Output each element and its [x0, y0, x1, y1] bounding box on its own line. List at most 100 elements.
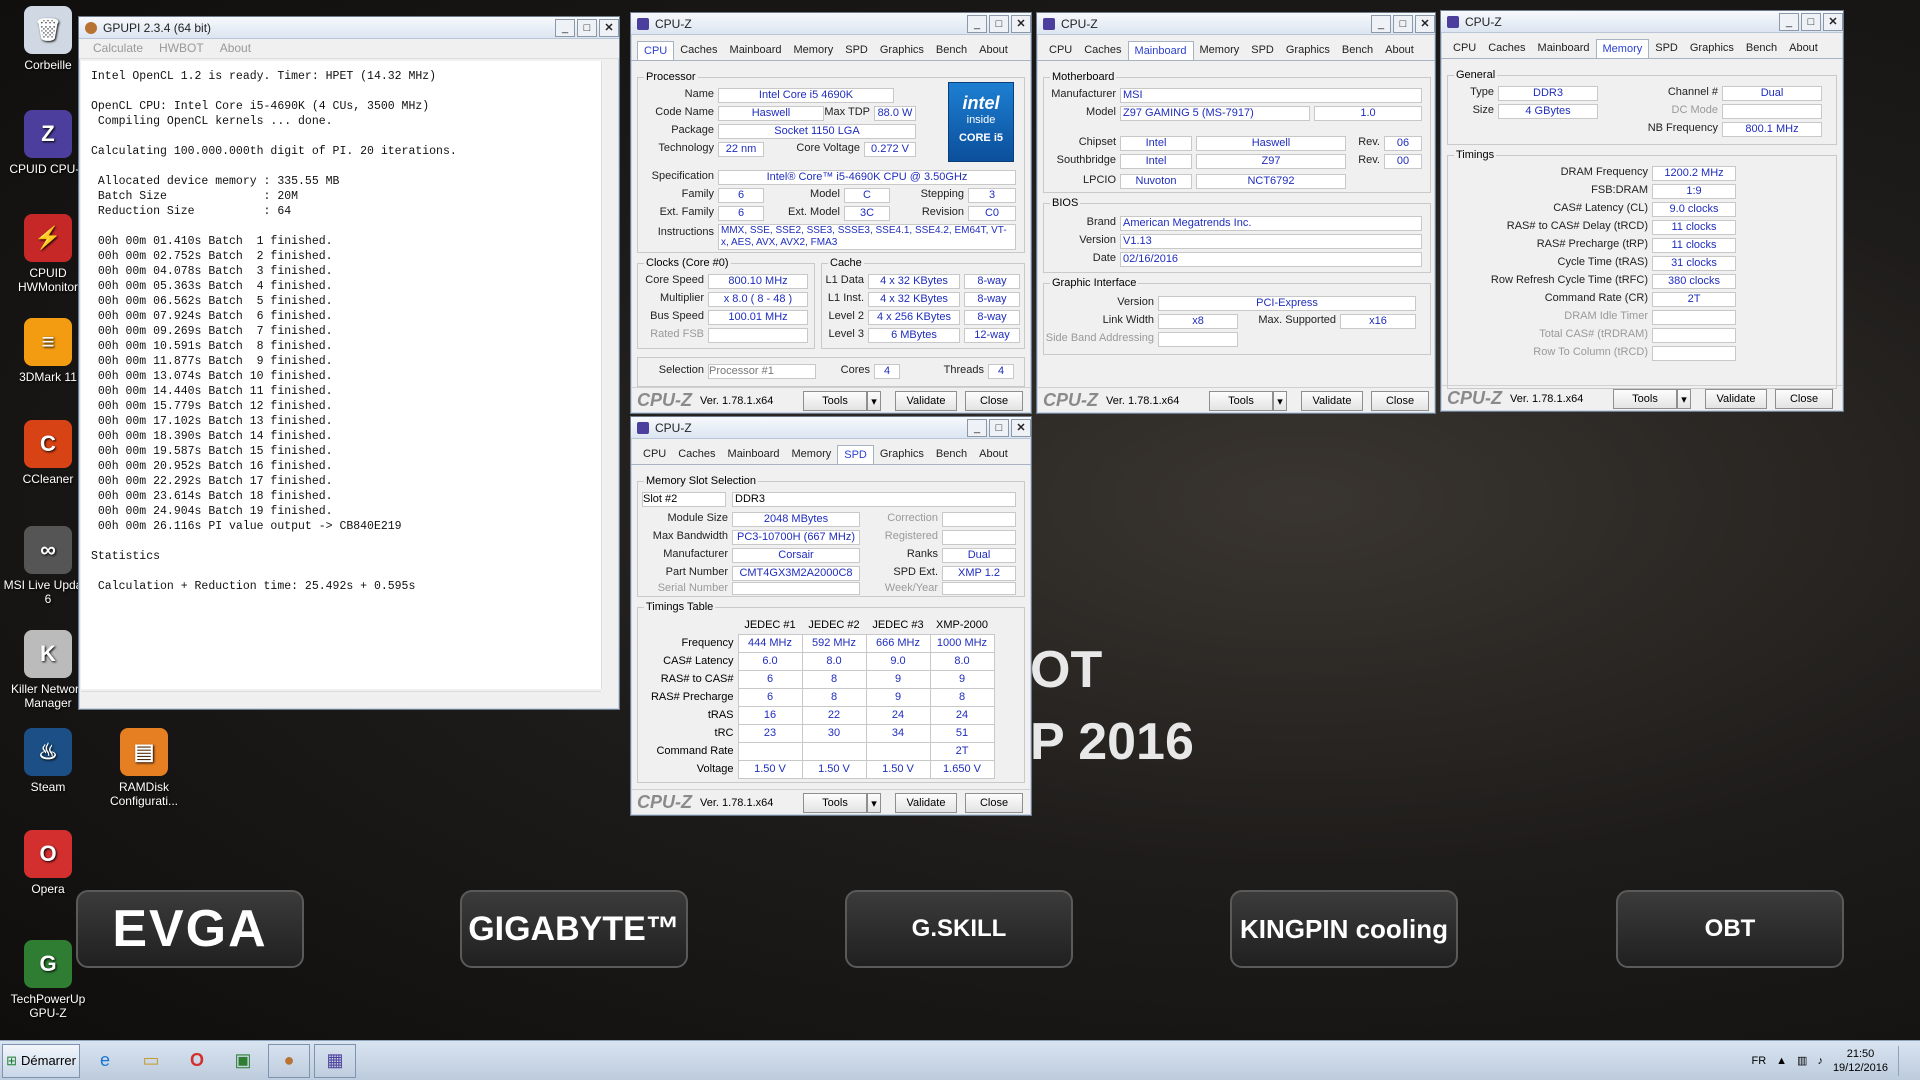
tab-about[interactable]: About [1783, 39, 1824, 58]
menu-about[interactable]: About [220, 41, 251, 56]
close-button[interactable]: Close [965, 793, 1023, 813]
menu-calculate[interactable]: Calculate [93, 41, 143, 56]
desktop-icon[interactable]: ♨ Steam [0, 728, 96, 794]
maximize-button[interactable]: □ [577, 18, 597, 37]
cpuz-titlebar[interactable]: CPU-Z _ □ ✕ [631, 417, 1031, 439]
tools-dropdown-arrow[interactable]: ▾ [1677, 389, 1691, 409]
desktop-icon[interactable]: ▤ RAMDisk Configurati... [96, 728, 192, 808]
tab-graphics[interactable]: Graphics [1684, 39, 1740, 58]
start-button[interactable]: ⊞ Démarrer [2, 1043, 80, 1078]
close-button[interactable]: ✕ [1011, 14, 1031, 33]
tools-button[interactable]: Tools [803, 793, 867, 813]
tab-about[interactable]: About [973, 445, 1014, 464]
cpuz-window-mainboard[interactable]: CPU-Z _ □ ✕ CPU Caches Mainboard Memory SPD G… [1036, 12, 1436, 414]
close-button[interactable]: ✕ [599, 18, 619, 37]
cpuz-window-memory[interactable]: CPU-Z _ □ ✕ CPU Caches Mainboard Memory SPD G… [1440, 10, 1844, 412]
validate-button[interactable]: Validate [1301, 391, 1363, 411]
tab-caches[interactable]: Caches [674, 41, 723, 60]
tab-spd[interactable]: SPD [837, 445, 874, 464]
vertical-scrollbar[interactable] [601, 61, 617, 689]
maximize-button[interactable]: □ [989, 14, 1009, 33]
gpupi-window[interactable]: GPUPI 2.3.4 (64 bit) _ □ ✕ Calculate HWB… [78, 16, 620, 710]
tab-graphics[interactable]: Graphics [874, 445, 930, 464]
tab-cpu[interactable]: CPU [1043, 41, 1078, 60]
tools-dropdown-arrow[interactable]: ▾ [867, 793, 881, 813]
internet-explorer-icon[interactable]: e [84, 1044, 126, 1078]
tab-bench[interactable]: Bench [1336, 41, 1379, 60]
close-button[interactable]: Close [965, 391, 1023, 411]
cpuz-window-cpu[interactable]: CPU-Z _ □ ✕ CPU Caches Mainboard Memory SPD G… [630, 12, 1032, 414]
tab-cpu[interactable]: CPU [1447, 39, 1482, 58]
tab-cpu[interactable]: CPU [637, 445, 672, 464]
tab-mainboard[interactable]: Mainboard [1532, 39, 1596, 58]
tray-arrow-icon[interactable]: ▲ [1776, 1055, 1787, 1067]
close-button[interactable]: ✕ [1011, 418, 1031, 437]
tab-memory[interactable]: Memory [786, 445, 838, 464]
opera-icon[interactable]: O [176, 1044, 218, 1078]
close-button[interactable]: Close [1775, 389, 1833, 409]
processor-select[interactable]: Processor #1 [708, 364, 816, 379]
gpu-z-taskbar-icon[interactable]: ▣ [222, 1044, 264, 1078]
tab-about[interactable]: About [973, 41, 1014, 60]
tools-dropdown-arrow[interactable]: ▾ [1273, 391, 1287, 411]
tab-memory[interactable]: Memory [788, 41, 840, 60]
menu-hwbot[interactable]: HWBOT [159, 41, 204, 56]
validate-button[interactable]: Validate [1705, 389, 1767, 409]
tools-button[interactable]: Tools [803, 391, 867, 411]
cpuz-titlebar[interactable]: CPU-Z _ □ ✕ [1441, 11, 1843, 33]
tab-about[interactable]: About [1379, 41, 1420, 60]
minimize-button[interactable]: _ [967, 14, 987, 33]
tab-caches[interactable]: Caches [1078, 41, 1127, 60]
timing-value [1652, 328, 1736, 343]
tab-mainboard[interactable]: Mainboard [724, 41, 788, 60]
tab-spd[interactable]: SPD [1649, 39, 1684, 58]
maximize-button[interactable]: □ [1801, 12, 1821, 31]
tab-bench[interactable]: Bench [930, 445, 973, 464]
tab-caches[interactable]: Caches [1482, 39, 1531, 58]
table-corner [642, 616, 738, 634]
tools-dropdown-arrow[interactable]: ▾ [867, 391, 881, 411]
minimize-button[interactable]: _ [967, 418, 987, 437]
tab-graphics[interactable]: Graphics [1280, 41, 1336, 60]
slot-select[interactable]: Slot #2 [642, 492, 726, 507]
tab-bench[interactable]: Bench [930, 41, 973, 60]
minimize-button[interactable]: _ [555, 18, 575, 37]
file-explorer-icon[interactable]: ▭ [130, 1044, 172, 1078]
minimize-button[interactable]: _ [1371, 14, 1391, 33]
network-icon[interactable]: ▥ [1797, 1054, 1807, 1067]
validate-button[interactable]: Validate [895, 391, 957, 411]
tab-cpu[interactable]: CPU [637, 41, 675, 60]
tab-bench[interactable]: Bench [1740, 39, 1783, 58]
tab-mainboard[interactable]: Mainboard [722, 445, 786, 464]
tab-graphics[interactable]: Graphics [874, 41, 930, 60]
gpupi-taskbar-icon[interactable]: ● [268, 1043, 310, 1078]
cpuz-window-spd[interactable]: CPU-Z _ □ ✕ CPU Caches Mainboard Memory SPD G… [630, 416, 1032, 816]
cpu-z-taskbar-icon[interactable]: ▦ [314, 1043, 356, 1078]
codename-value: Haswell [718, 106, 824, 121]
close-button[interactable]: Close [1371, 391, 1429, 411]
tab-mainboard[interactable]: Mainboard [1127, 41, 1194, 60]
tab-spd[interactable]: SPD [839, 41, 874, 60]
language-indicator[interactable]: FR [1751, 1055, 1766, 1067]
table-cell [737, 741, 803, 761]
clock[interactable]: 21:50 19/12/2016 [1833, 1047, 1888, 1075]
validate-button[interactable]: Validate [895, 793, 957, 813]
maximize-button[interactable]: □ [989, 418, 1009, 437]
tab-caches[interactable]: Caches [672, 445, 721, 464]
tab-memory[interactable]: Memory [1595, 39, 1650, 58]
tab-memory[interactable]: Memory [1194, 41, 1246, 60]
horizontal-scrollbar[interactable] [81, 691, 601, 707]
maximize-button[interactable]: □ [1393, 14, 1413, 33]
show-desktop-button[interactable] [1898, 1045, 1910, 1076]
close-button[interactable]: ✕ [1415, 14, 1435, 33]
desktop-icon[interactable]: O Opera [0, 830, 96, 896]
tools-button[interactable]: Tools [1613, 389, 1677, 409]
tools-button[interactable]: Tools [1209, 391, 1273, 411]
cpuz-titlebar[interactable]: CPU-Z _ □ ✕ [631, 13, 1031, 35]
minimize-button[interactable]: _ [1779, 12, 1799, 31]
cpuz-titlebar[interactable]: CPU-Z _ □ ✕ [1037, 13, 1435, 35]
close-button[interactable]: ✕ [1823, 12, 1843, 31]
gpupi-titlebar[interactable]: GPUPI 2.3.4 (64 bit) _ □ ✕ [79, 17, 619, 39]
tab-spd[interactable]: SPD [1245, 41, 1280, 60]
volume-icon[interactable]: ♪ [1817, 1055, 1823, 1067]
